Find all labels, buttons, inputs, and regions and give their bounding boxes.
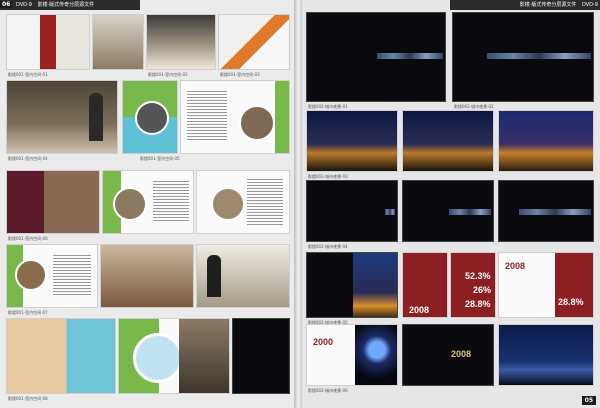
thumbnail-interior-13[interactable]: [196, 244, 290, 308]
thumbnail-interior-03[interactable]: [146, 14, 216, 70]
thumbnail-interior-04[interactable]: [218, 14, 290, 70]
thumbnail-interior-09[interactable]: [102, 170, 194, 234]
thumbnail-night-14[interactable]: 2008: [402, 324, 494, 386]
photo-strip: [449, 209, 491, 215]
photo-circle: [239, 105, 275, 141]
thumbnail-night-07[interactable]: [402, 180, 494, 242]
left-page: 06 DVD-9 影楼·版式传奇分层源文件 影楼001-室内空间-01 影楼00…: [0, 0, 296, 408]
thumbnail-night-10[interactable]: 2008: [402, 252, 448, 318]
photo-circle: [135, 101, 169, 135]
thumbnail-interior-12[interactable]: [100, 244, 194, 308]
right-page-number: 05: [581, 396, 596, 405]
interior-photo: [179, 319, 229, 393]
photo-circle: [113, 187, 147, 221]
thumbnail-interior-01[interactable]: [6, 14, 90, 70]
thumbnail-night-15[interactable]: [498, 324, 594, 386]
caption: 影楼001-室内空间-03: [220, 72, 260, 77]
green-sidebar: [275, 81, 289, 153]
right-header-dvd: DVD-9: [581, 2, 598, 8]
thumbnail-interior-16[interactable]: [232, 318, 290, 394]
photo-circle: [15, 259, 47, 291]
year-label: 2008: [451, 349, 472, 359]
photo-circle: [211, 187, 245, 221]
caption: 影楼001-室内空间-02: [148, 72, 188, 77]
model-figure: [89, 93, 103, 141]
thumbnail-interior-07[interactable]: [180, 80, 290, 154]
year-label: 2008: [409, 305, 430, 315]
text-column: [53, 255, 91, 295]
text-column: [153, 181, 189, 221]
caption: 影楼001-室内空间-07: [8, 310, 48, 315]
thumbnail-interior-14[interactable]: [6, 318, 116, 394]
photo-strip: [377, 53, 443, 59]
thumbnail-interior-02[interactable]: [92, 14, 144, 70]
left-header: 06 DVD-9 影楼·版式传奇分层源文件: [0, 0, 140, 10]
thumbnail-night-02[interactable]: [452, 12, 594, 102]
fireworks-photo: [355, 325, 397, 385]
stat-pct-3: 28.8%: [465, 299, 491, 309]
year-label: 2008: [505, 261, 526, 271]
stat-pct-2: 26%: [473, 285, 492, 295]
text-column: [187, 91, 227, 141]
photo-strip: [519, 209, 591, 215]
photo-strip: [385, 209, 395, 215]
thumbnail-night-05[interactable]: [498, 110, 594, 172]
left-header-dvd: DVD-9: [15, 2, 32, 8]
thumbnail-interior-05[interactable]: [6, 80, 118, 154]
caption: 影楼001-室内空间-05: [140, 156, 180, 161]
photo-circle: [133, 333, 183, 383]
caption: 影楼001-室内空间-01: [8, 72, 48, 77]
thumbnail-night-08[interactable]: [498, 180, 594, 242]
thumbnail-interior-10[interactable]: [196, 170, 290, 234]
caption: 影楼002-城市夜景-06: [308, 388, 348, 393]
catalog-spread: 06 DVD-9 影楼·版式传奇分层源文件 影楼001-室内空间-01 影楼00…: [0, 0, 600, 408]
red-panel: 28.8%: [555, 253, 593, 317]
thumbnail-night-13[interactable]: 2000: [306, 324, 398, 386]
thumbnail-night-12[interactable]: 2008 28.8%: [498, 252, 594, 318]
right-page: 影楼·版式传奇分层源文件 DVD-9 影楼002-城市夜景-01 影楼002-城…: [302, 0, 600, 408]
thumbnail-night-04[interactable]: [402, 110, 494, 172]
caption: 影楼001-室内空间-06: [8, 236, 48, 241]
thumbnail-interior-06[interactable]: [122, 80, 178, 154]
thumbnail-night-03[interactable]: [306, 110, 398, 172]
thumbnail-night-09[interactable]: [306, 252, 398, 318]
photo-strip: [487, 53, 591, 59]
caption: 影楼002-城市夜景-04: [308, 244, 348, 249]
tower-photo: [353, 253, 397, 317]
thumbnail-night-06[interactable]: [306, 180, 398, 242]
thumbnail-night-01[interactable]: [306, 12, 446, 102]
thumbnail-night-11[interactable]: 52.3% 26% 28.8%: [450, 252, 496, 318]
left-header-title: 影楼·版式传奇分层源文件: [37, 2, 95, 8]
year-label: 2000: [313, 337, 334, 347]
thumbnail-interior-15[interactable]: [118, 318, 230, 394]
left-page-number: 06: [0, 1, 13, 8]
right-header: 影楼·版式传奇分层源文件 DVD-9: [450, 0, 600, 10]
stat-pct-4: 28.8%: [558, 297, 584, 307]
stat-pct-1: 52.3%: [465, 271, 491, 281]
text-column: [247, 179, 283, 225]
right-header-title: 影楼·版式传奇分层源文件: [519, 2, 577, 8]
model-figure: [207, 255, 221, 297]
thumbnail-interior-11[interactable]: [6, 244, 98, 308]
caption: 影楼001-室内空间-04: [8, 156, 48, 161]
caption: 影楼001-室内空间-08: [8, 396, 48, 401]
thumbnail-interior-08[interactable]: [6, 170, 100, 234]
